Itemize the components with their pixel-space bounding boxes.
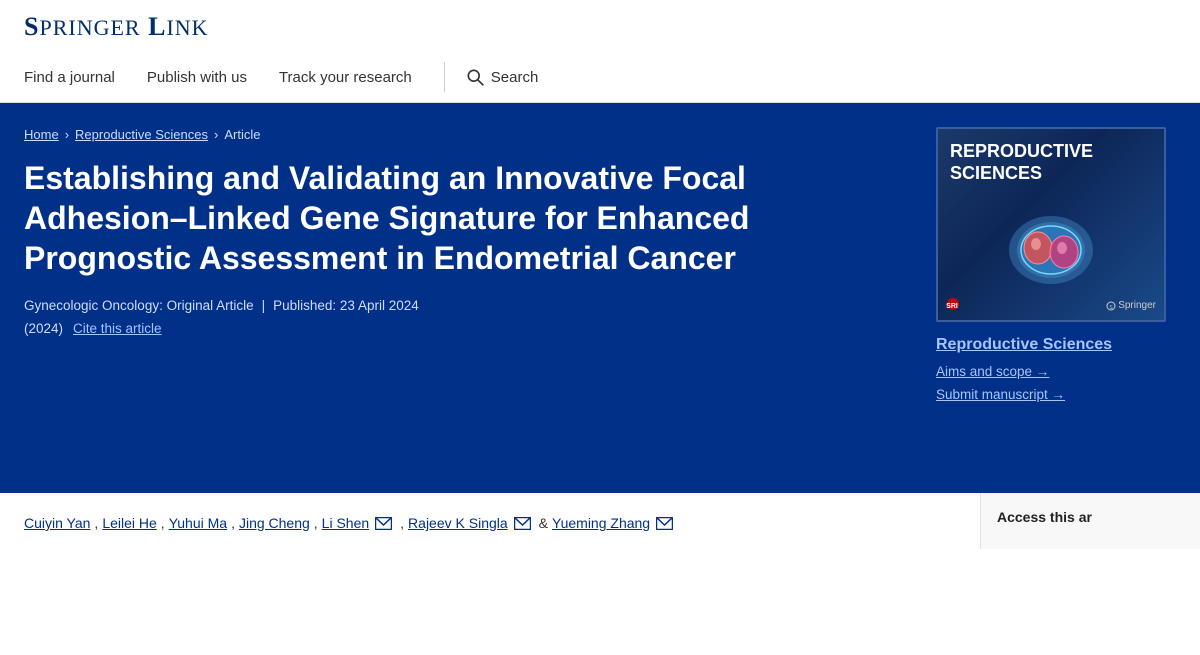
nav-divider [444,62,445,92]
article-meta: Gynecologic Oncology: Original Article |… [24,298,912,313]
authors-list: Cuiyin Yan, Leilei He, Yuhui Ma, Jing Ch… [24,515,956,531]
author-2[interactable]: Leilei He [102,515,156,531]
journal-cover-sri: SRI [946,297,974,314]
svg-text:SRI: SRI [946,303,958,310]
site-logo[interactable]: SPRINGER LINK [24,12,1176,52]
journal-cover-springer: S Springer [1106,300,1156,311]
access-title: Access this ar [997,509,1092,525]
email-icon [375,517,392,530]
article-year-cite: (2024) Cite this article [24,321,912,336]
author-5[interactable]: Li Shen [322,515,369,531]
author-4[interactable]: Jing Cheng [239,515,310,531]
journal-cover-illustration [996,202,1106,292]
email-icon-5[interactable] [375,517,392,530]
article-content: Home › Reproductive Sciences › Article E… [24,127,912,465]
article-hero: Home › Reproductive Sciences › Article E… [0,103,1200,493]
email-icon-7[interactable] [656,517,673,530]
article-title: Establishing and Validating an Innovativ… [24,158,864,278]
author-7[interactable]: Yueming Zhang [552,515,650,531]
meta-divider: | [262,298,266,313]
access-panel: Access this ar [980,493,1200,549]
nav-publish[interactable]: Publish with us [147,69,247,86]
email-icon [514,517,531,530]
breadcrumb-home[interactable]: Home [24,127,59,142]
breadcrumb: Home › Reproductive Sciences › Article [24,127,912,142]
aims-scope-link[interactable]: Aims and scope → [936,364,1049,379]
site-header: SPRINGER LINK Find a journal Publish wit… [0,0,1200,103]
search-label: Search [491,69,539,86]
breadcrumb-journal[interactable]: Reproductive Sciences [75,127,208,142]
search-icon [465,67,485,87]
email-icon [656,517,673,530]
nav-find-journal[interactable]: Find a journal [24,69,115,86]
author-1[interactable]: Cuiyin Yan [24,515,90,531]
email-icon-6[interactable] [514,517,531,530]
authors-section: Cuiyin Yan, Leilei He, Yuhui Ma, Jing Ch… [0,493,980,549]
bottom-section: Cuiyin Yan, Leilei He, Yuhui Ma, Jing Ch… [0,493,1200,549]
submit-manuscript-link[interactable]: Submit manuscript → [936,387,1065,402]
journal-cover-footer: SRI S Springer [946,297,1156,314]
article-year: (2024) [24,321,63,336]
cite-link[interactable]: Cite this article [73,321,162,336]
main-nav: Find a journal Publish with us Track you… [24,52,1176,102]
search-button[interactable]: Search [465,67,539,87]
journal-cover: Reproductive Sciences SRI [936,127,1166,322]
breadcrumb-sep-2: › [214,127,218,142]
breadcrumb-sep-1: › [65,127,69,142]
author-6[interactable]: Rajeev K Singla [408,515,508,531]
journal-cover-title: Reproductive Sciences [950,141,1093,184]
author-3[interactable]: Yuhui Ma [169,515,227,531]
nav-track[interactable]: Track your research [279,69,412,86]
journal-card: Reproductive Sciences SRI [936,127,1176,465]
breadcrumb-section: Article [224,127,260,142]
article-published: Published: 23 April 2024 [273,298,419,313]
article-category: Gynecologic Oncology: Original Article [24,298,254,313]
journal-name-link[interactable]: Reproductive Sciences [936,336,1112,354]
